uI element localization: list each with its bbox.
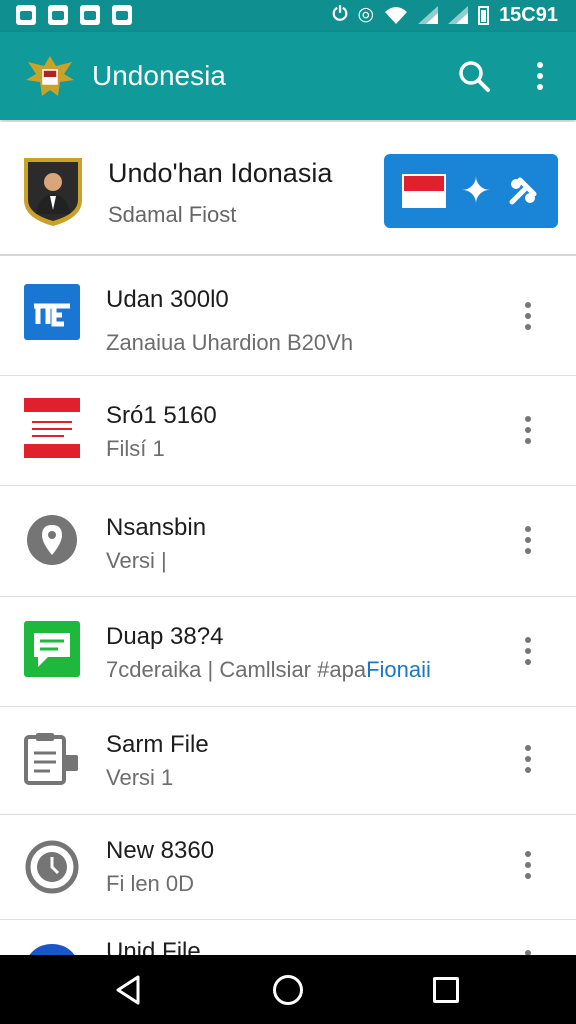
item-more-icon[interactable] xyxy=(516,633,540,669)
mail-notification-icon xyxy=(112,5,132,25)
file-subtitle: Fi⁠lsí 1 xyxy=(106,436,165,461)
app-title: Undonesia xyxy=(92,60,226,91)
list-item[interactable]: Duap 38?4 7cderaika | Camllsiar #apaFion… xyxy=(0,597,576,707)
file-subtitle-text: 7cderaika | Camllsiar #apa xyxy=(106,657,367,682)
clock-icon xyxy=(24,839,80,895)
file-title: Sarm File xyxy=(106,731,209,758)
file-title: New 8360 xyxy=(106,837,215,864)
chart-notification-icon xyxy=(16,5,36,25)
alarm-icon: ◎ xyxy=(357,4,375,25)
file-subtitle: Versi 1 xyxy=(106,765,174,790)
home-notification-icon xyxy=(80,5,100,25)
recent-apps-icon[interactable] xyxy=(433,977,459,1003)
item-more-icon[interactable] xyxy=(516,298,540,334)
clipboard-icon xyxy=(24,731,80,787)
flag-icon[interactable] xyxy=(401,174,446,208)
overflow-menu-icon[interactable] xyxy=(526,58,554,94)
file-subtitle: Versi | xyxy=(106,548,167,573)
search-icon[interactable] xyxy=(456,58,492,94)
location-pin-icon xyxy=(24,512,80,568)
list-item[interactable]: Nsansbin Versi | xyxy=(0,486,576,597)
header-actions: ✦ xyxy=(384,154,558,228)
star-icon[interactable]: ✦ xyxy=(461,173,491,209)
vibrate-icon: ⏻ xyxy=(332,4,348,25)
blue-doc-icon xyxy=(24,284,80,340)
garuda-logo-icon xyxy=(26,56,74,96)
signal-icon-2 xyxy=(448,6,469,24)
system-icons: ⏻ ◎ 15C91 xyxy=(332,3,558,27)
header-title: Undo'han Idonasia xyxy=(108,158,333,188)
header-card: Undo'han Idonasia Sdamal Fiost ✦ xyxy=(0,122,576,256)
file-title: Sró1 5160 xyxy=(106,402,217,429)
signal-icon xyxy=(418,6,439,24)
file-title: Duap 38?4 xyxy=(106,623,224,650)
file-title: Udan 300l0 xyxy=(106,286,229,313)
home-icon[interactable] xyxy=(273,975,303,1005)
wifi-icon xyxy=(385,7,408,24)
item-more-icon[interactable] xyxy=(516,847,540,883)
file-title: Nsansbin xyxy=(106,514,207,541)
back-icon[interactable] xyxy=(112,973,146,1007)
battery-icon xyxy=(478,5,490,25)
status-bar: ⏻ ◎ 15C91 xyxy=(0,0,576,32)
item-more-icon[interactable] xyxy=(516,522,540,558)
file-subtitle-link[interactable]: Fionaii xyxy=(366,657,431,682)
item-more-icon[interactable] xyxy=(516,412,540,448)
e-notification-icon xyxy=(48,5,68,25)
file-subtitle: Zanaiua Uhardion B20Vh xyxy=(106,330,354,355)
list-item[interactable]: Udan 300l0 Zanaiua Uhardion B20Vh xyxy=(0,256,576,376)
tools-icon[interactable] xyxy=(506,174,540,208)
status-time: 15C91 xyxy=(499,3,558,26)
list-item[interactable]: New 8360 Fi len 0D xyxy=(0,815,576,920)
item-more-icon[interactable] xyxy=(516,741,540,777)
list-item[interactable]: Sró1 5160 Fi⁠lsí 1 xyxy=(0,376,576,486)
header-subtitle: Sdamal Fiost xyxy=(108,202,237,227)
list-item[interactable]: Sarm File Versi 1 xyxy=(0,707,576,815)
app-bar: Undonesia xyxy=(0,32,576,120)
navigation-bar xyxy=(0,955,576,1024)
notification-icons xyxy=(16,5,132,25)
file-subtitle: Fi len 0D xyxy=(106,871,195,896)
green-message-icon xyxy=(24,621,80,677)
profile-badge-icon xyxy=(24,158,82,226)
file-subtitle: 7cderaika | Camllsiar #apaFionaii xyxy=(106,657,431,683)
red-window-icon xyxy=(24,398,80,458)
